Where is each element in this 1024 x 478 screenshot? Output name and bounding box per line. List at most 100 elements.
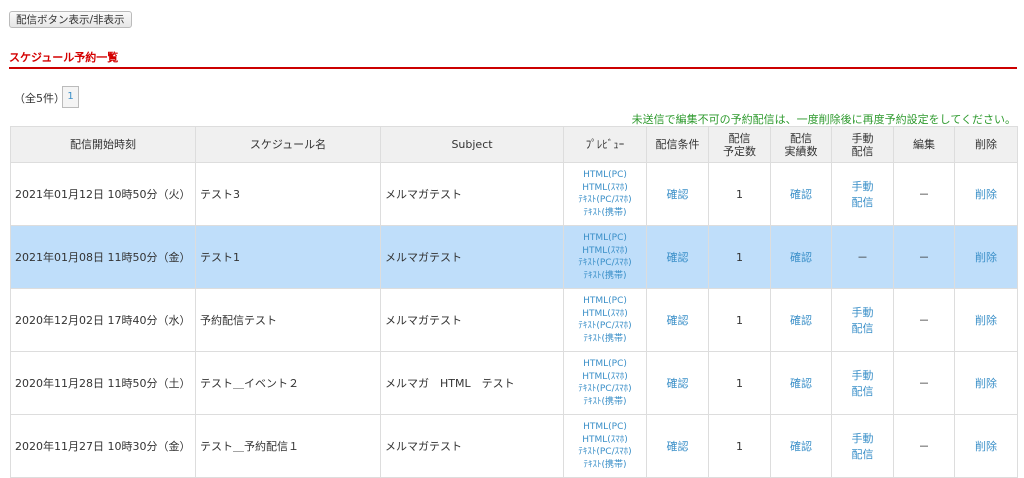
delete-link[interactable]: 削除 bbox=[975, 314, 997, 327]
delete-cell: 削除 bbox=[954, 288, 1018, 352]
actual-cell: 確認 bbox=[770, 351, 832, 415]
start-time: 2020年12月02日 17時40分（水） bbox=[10, 288, 196, 352]
header-actual: 配信 実績数 bbox=[770, 126, 832, 163]
preview-link[interactable]: ﾃｷｽﾄ(携帯) bbox=[583, 208, 626, 218]
subject: メルマガテスト bbox=[380, 225, 564, 289]
table-row[interactable]: 2021年01月12日 10時50分（火） テスト3 メルマガテスト HTML(… bbox=[10, 162, 1018, 226]
preview-link[interactable]: HTML(PC) bbox=[583, 296, 627, 306]
condition-confirm-link[interactable]: 確認 bbox=[667, 188, 689, 201]
table-row[interactable]: 2020年12月02日 17時40分（水） 予約配信テスト メルマガテスト HT… bbox=[10, 288, 1018, 352]
preview-link[interactable]: ﾃｷｽﾄ(携帯) bbox=[583, 397, 626, 407]
schedule-table: 配信開始時刻 スケジュール名 Subject ﾌﾟﾚﾋﾞｭｰ 配信条件 配信 予定… bbox=[10, 126, 1018, 478]
subject: メルマガテスト bbox=[380, 414, 564, 478]
condition-confirm-link[interactable]: 確認 bbox=[667, 440, 689, 453]
preview-link[interactable]: ﾃｷｽﾄ(PC/ｽﾏﾎ) bbox=[578, 447, 631, 457]
preview-links: HTML(PC) HTML(ｽﾏﾎ) ﾃｷｽﾄ(PC/ｽﾏﾎ) ﾃｷｽﾄ(携帯) bbox=[563, 351, 647, 415]
delete-link[interactable]: 削除 bbox=[975, 188, 997, 201]
preview-link[interactable]: ﾃｷｽﾄ(携帯) bbox=[583, 271, 626, 281]
planned-count: 1 bbox=[708, 414, 771, 478]
actual-confirm-link[interactable]: 確認 bbox=[790, 188, 812, 201]
start-time: 2021年01月12日 10時50分（火） bbox=[10, 162, 196, 226]
table-header: 配信開始時刻 スケジュール名 Subject ﾌﾟﾚﾋﾞｭｰ 配信条件 配信 予定… bbox=[10, 126, 1018, 163]
actual-cell: 確認 bbox=[770, 225, 832, 289]
manual-send-link[interactable]: 手動 配信 bbox=[852, 369, 874, 398]
manual-send-dash: － bbox=[857, 251, 868, 264]
delete-link[interactable]: 削除 bbox=[975, 251, 997, 264]
section-title: スケジュール予約一覧 bbox=[9, 51, 119, 64]
condition-confirm-link[interactable]: 確認 bbox=[667, 314, 689, 327]
title-divider bbox=[9, 67, 1017, 69]
preview-link[interactable]: HTML(ｽﾏﾎ) bbox=[582, 372, 628, 382]
manual-cell: － bbox=[831, 225, 894, 289]
planned-count: 1 bbox=[708, 162, 771, 226]
preview-link[interactable]: HTML(ｽﾏﾎ) bbox=[582, 435, 628, 445]
table-row[interactable]: 2021年01月08日 11時50分（金） テスト1 メルマガテスト HTML(… bbox=[10, 225, 1018, 289]
schedule-name: テスト3 bbox=[195, 162, 381, 226]
preview-link[interactable]: HTML(ｽﾏﾎ) bbox=[582, 246, 628, 256]
header-edit: 編集 bbox=[893, 126, 955, 163]
manual-cell: 手動 配信 bbox=[831, 162, 894, 226]
delete-link[interactable]: 削除 bbox=[975, 377, 997, 390]
header-delete: 削除 bbox=[954, 126, 1018, 163]
table-row[interactable]: 2020年11月28日 11時50分（土） テスト＿イベント２ メルマガ HTM… bbox=[10, 351, 1018, 415]
preview-link[interactable]: ﾃｷｽﾄ(PC/ｽﾏﾎ) bbox=[578, 321, 631, 331]
header-name: スケジュール名 bbox=[195, 126, 381, 163]
manual-send-link[interactable]: 手動 配信 bbox=[852, 432, 874, 461]
actual-cell: 確認 bbox=[770, 414, 832, 478]
edit-cell: － bbox=[893, 288, 955, 352]
actual-cell: 確認 bbox=[770, 162, 832, 226]
delete-cell: 削除 bbox=[954, 225, 1018, 289]
subject: メルマガテスト bbox=[380, 288, 564, 352]
manual-send-link[interactable]: 手動 配信 bbox=[852, 306, 874, 335]
start-time: 2020年11月28日 11時50分（土） bbox=[10, 351, 196, 415]
actual-confirm-link[interactable]: 確認 bbox=[790, 440, 812, 453]
actual-cell: 確認 bbox=[770, 288, 832, 352]
header-condition: 配信条件 bbox=[646, 126, 709, 163]
condition-cell: 確認 bbox=[646, 351, 709, 415]
table-row[interactable]: 2020年11月27日 10時30分（金） テスト＿予約配信１ メルマガテスト … bbox=[10, 414, 1018, 478]
delete-cell: 削除 bbox=[954, 414, 1018, 478]
schedule-name: テスト＿予約配信１ bbox=[195, 414, 381, 478]
schedule-name: テスト＿イベント２ bbox=[195, 351, 381, 415]
preview-link[interactable]: HTML(ｽﾏﾎ) bbox=[582, 183, 628, 193]
planned-count: 1 bbox=[708, 225, 771, 289]
condition-cell: 確認 bbox=[646, 225, 709, 289]
page-link-1[interactable]: 1 bbox=[62, 86, 79, 108]
header-start: 配信開始時刻 bbox=[10, 126, 196, 163]
preview-link[interactable]: ﾃｷｽﾄ(PC/ｽﾏﾎ) bbox=[578, 384, 631, 394]
preview-link[interactable]: HTML(PC) bbox=[583, 359, 627, 369]
total-count: （全5件） bbox=[14, 92, 65, 105]
condition-confirm-link[interactable]: 確認 bbox=[667, 377, 689, 390]
manual-cell: 手動 配信 bbox=[831, 414, 894, 478]
delete-cell: 削除 bbox=[954, 162, 1018, 226]
subject: メルマガテスト bbox=[380, 162, 564, 226]
manual-send-link[interactable]: 手動 配信 bbox=[852, 180, 874, 209]
preview-link[interactable]: HTML(ｽﾏﾎ) bbox=[582, 309, 628, 319]
preview-links: HTML(PC) HTML(ｽﾏﾎ) ﾃｷｽﾄ(PC/ｽﾏﾎ) ﾃｷｽﾄ(携帯) bbox=[563, 162, 647, 226]
manual-cell: 手動 配信 bbox=[831, 351, 894, 415]
preview-link[interactable]: ﾃｷｽﾄ(携帯) bbox=[583, 460, 626, 470]
preview-link[interactable]: ﾃｷｽﾄ(携帯) bbox=[583, 334, 626, 344]
schedule-name: テスト1 bbox=[195, 225, 381, 289]
preview-link[interactable]: HTML(PC) bbox=[583, 233, 627, 243]
preview-link[interactable]: ﾃｷｽﾄ(PC/ｽﾏﾎ) bbox=[578, 195, 631, 205]
condition-cell: 確認 bbox=[646, 162, 709, 226]
preview-link[interactable]: HTML(PC) bbox=[583, 422, 627, 432]
preview-link[interactable]: HTML(PC) bbox=[583, 170, 627, 180]
header-subject: Subject bbox=[380, 126, 564, 163]
toggle-send-buttons-button[interactable]: 配信ボタン表示/非表示 bbox=[9, 11, 132, 28]
actual-confirm-link[interactable]: 確認 bbox=[790, 377, 812, 390]
notice-text: 未送信で編集不可の予約配信は、一度削除後に再度予約設定をしてください。 bbox=[631, 113, 1016, 126]
delete-link[interactable]: 削除 bbox=[975, 440, 997, 453]
edit-cell: － bbox=[893, 162, 955, 226]
planned-count: 1 bbox=[708, 351, 771, 415]
actual-confirm-link[interactable]: 確認 bbox=[790, 314, 812, 327]
schedule-name: 予約配信テスト bbox=[195, 288, 381, 352]
edit-cell: － bbox=[893, 225, 955, 289]
edit-cell: － bbox=[893, 414, 955, 478]
condition-confirm-link[interactable]: 確認 bbox=[667, 251, 689, 264]
actual-confirm-link[interactable]: 確認 bbox=[790, 251, 812, 264]
preview-link[interactable]: ﾃｷｽﾄ(PC/ｽﾏﾎ) bbox=[578, 258, 631, 268]
edit-cell: － bbox=[893, 351, 955, 415]
start-time: 2020年11月27日 10時30分（金） bbox=[10, 414, 196, 478]
